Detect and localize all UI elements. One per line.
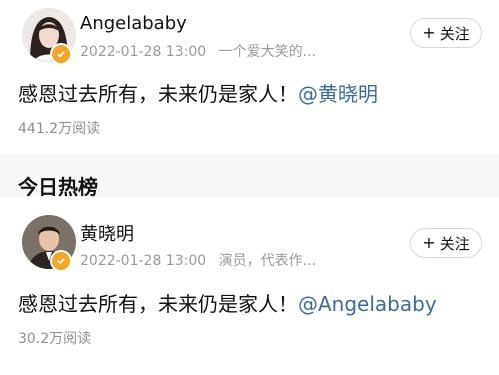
follow-button[interactable]: + 关注	[410, 18, 482, 48]
post-date: 2022-01-28 13:00	[80, 44, 207, 60]
view-count: 30.2万阅读	[18, 331, 92, 347]
follow-label: 关注	[439, 234, 470, 253]
follow-button[interactable]: + 关注	[410, 228, 482, 258]
post-content: 感恩过去所有，未来仍是家人！@Angelababy	[18, 288, 437, 317]
view-count: 441.2万阅读	[18, 121, 101, 137]
user-bio: 演员，代表作...	[218, 253, 316, 269]
post-card-huangxiaoming: 黄晓明 2022-01-28 13:00 演员，代表作... + 关注 感恩过去…	[0, 197, 499, 375]
plus-icon: +	[422, 23, 436, 42]
follow-label: 关注	[439, 24, 470, 43]
post-meta: 2022-01-28 13:00 一个爱大笑的...	[80, 41, 324, 61]
plus-icon: +	[422, 233, 436, 252]
post-content: 感恩过去所有，未来仍是家人！@黄晓明	[18, 78, 378, 107]
partial-heading: 今日热榜	[18, 175, 98, 197]
user-bio: 一个爱大笑的...	[218, 44, 316, 60]
username[interactable]: 黄晓明	[80, 220, 134, 246]
post-meta: 2022-01-28 13:00 演员，代表作...	[80, 250, 324, 270]
post-card-angelababy: Angelababy 2022-01-28 13:00 一个爱大笑的... + …	[0, 0, 499, 153]
post-text: 感恩过去所有，未来仍是家人！	[18, 292, 298, 316]
mention-link[interactable]: @Angelababy	[298, 292, 437, 316]
mention-link[interactable]: @黄晓明	[298, 82, 378, 106]
verified-badge-icon	[50, 43, 72, 65]
post-date: 2022-01-28 13:00	[80, 253, 207, 269]
username[interactable]: Angelababy	[80, 13, 187, 34]
section-divider: 今日热榜	[0, 153, 499, 197]
post-text: 感恩过去所有，未来仍是家人！	[18, 82, 298, 106]
verified-badge-icon	[50, 250, 72, 272]
